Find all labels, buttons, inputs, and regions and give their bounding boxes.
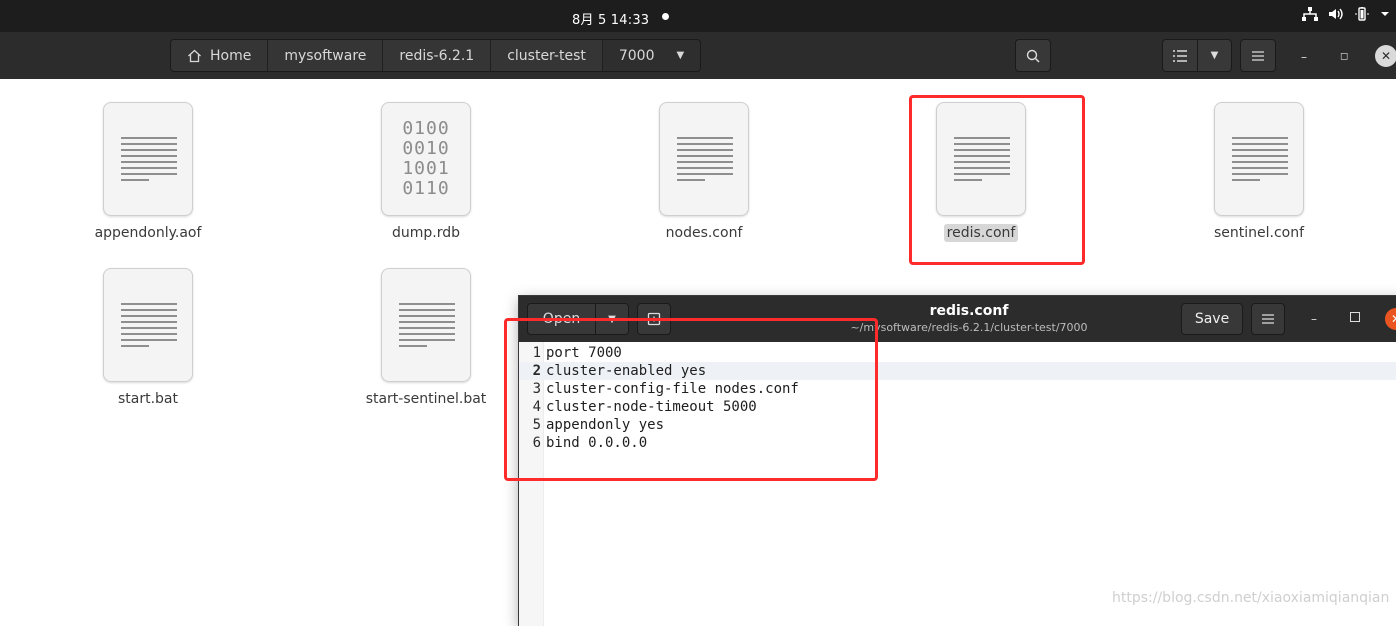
- search-icon: [1026, 49, 1040, 63]
- view-toggle-group[interactable]: ▼: [1162, 39, 1232, 72]
- minimize-button[interactable]: –: [1301, 50, 1307, 64]
- file-item-appendonly[interactable]: appendonly.aof: [73, 102, 223, 242]
- close-icon: ✕: [1380, 49, 1392, 63]
- chevron-down-icon[interactable]: ▼: [677, 50, 685, 61]
- code-line[interactable]: 6 bind 0.0.0.0: [519, 434, 1396, 452]
- home-icon: [188, 49, 201, 62]
- menu-button[interactable]: [1240, 39, 1276, 72]
- hamburger-icon: [1252, 50, 1264, 61]
- breadcrumb-7000[interactable]: 7000 ▼: [602, 40, 701, 71]
- editor-close-button[interactable]: ✕: [1385, 308, 1396, 330]
- breadcrumb-cluster-test[interactable]: cluster-test: [491, 40, 603, 71]
- code-line-current[interactable]: 2 cluster-enabled yes: [519, 362, 1396, 380]
- line-number: 6: [532, 435, 541, 451]
- text-editor-window: Open ▼ redis.conf ~/mysoftware/redis-6.2…: [519, 296, 1396, 626]
- volume-icon[interactable]: [1328, 7, 1344, 25]
- close-button[interactable]: ✕: [1375, 45, 1396, 67]
- line-number: 1: [532, 345, 541, 361]
- breadcrumb: Home mysoftware redis-6.2.1 cluster-test…: [170, 39, 702, 72]
- line-text[interactable]: port 7000: [546, 344, 622, 362]
- hamburger-icon: [1262, 314, 1274, 324]
- notification-dot-icon: [662, 13, 669, 20]
- line-text[interactable]: cluster-config-file nodes.conf: [546, 380, 799, 398]
- breadcrumb-label: cluster-test: [507, 47, 586, 64]
- breadcrumb-mysoftware[interactable]: mysoftware: [268, 40, 384, 71]
- file-name: sentinel.conf: [1213, 225, 1305, 241]
- line-number: 4: [532, 399, 541, 415]
- open-button-group[interactable]: Open ▼: [527, 303, 629, 335]
- line-text[interactable]: cluster-enabled yes: [546, 362, 706, 380]
- breadcrumb-label: redis-6.2.1: [399, 47, 475, 64]
- close-icon: ✕: [1391, 312, 1396, 326]
- editor-title: redis.conf: [929, 303, 1009, 319]
- search-button[interactable]: [1015, 39, 1051, 72]
- save-button[interactable]: Save: [1181, 303, 1243, 335]
- file-item-sentinel[interactable]: sentinel.conf: [1184, 102, 1334, 242]
- file-name: start-sentinel.bat: [365, 391, 487, 407]
- list-view-button[interactable]: [1163, 40, 1198, 71]
- code-line[interactable]: 3 cluster-config-file nodes.conf: [519, 380, 1396, 398]
- view-options-button[interactable]: ▼: [1198, 40, 1231, 71]
- editor-menu-button[interactable]: [1251, 303, 1285, 335]
- file-name: appendonly.aof: [94, 225, 202, 241]
- file-item-start-bat[interactable]: start.bat: [73, 268, 223, 408]
- breadcrumb-label: mysoftware: [284, 47, 367, 64]
- list-view-icon: [1173, 49, 1187, 62]
- code-line[interactable]: 1 port 7000: [519, 344, 1396, 362]
- file-name: nodes.conf: [665, 225, 743, 241]
- file-item-redis-conf[interactable]: redis.conf: [906, 102, 1056, 242]
- watermark: https://blog.csdn.net/xiaoxiamiqianqian: [1112, 590, 1390, 606]
- file-manager-header: Home mysoftware redis-6.2.1 cluster-test…: [0, 32, 1396, 79]
- breadcrumb-home[interactable]: Home: [171, 40, 269, 71]
- file-item-nodes[interactable]: nodes.conf: [629, 102, 779, 242]
- file-name: redis.conf: [943, 224, 1019, 242]
- new-tab-icon: [647, 312, 661, 326]
- new-document-button[interactable]: [637, 303, 671, 335]
- system-top-bar: 8月 5 14:33: [0, 0, 1396, 32]
- restore-button[interactable]: ◻: [1340, 51, 1348, 62]
- system-tray[interactable]: [1302, 7, 1390, 25]
- chevron-down-icon: ▼: [608, 313, 616, 325]
- text-document-icon: [103, 268, 193, 382]
- editor-maximize-button[interactable]: [1350, 312, 1360, 322]
- battery-icon[interactable]: [1354, 7, 1370, 25]
- open-dropdown-button[interactable]: ▼: [596, 304, 628, 334]
- binary-file-icon: 0100 0010 1001 0110: [381, 102, 471, 216]
- line-number: 3: [532, 381, 541, 397]
- line-number: 2: [532, 363, 541, 379]
- system-menu-icon[interactable]: [1380, 7, 1390, 25]
- binary-pattern: 0100 0010 1001 0110: [402, 118, 450, 199]
- editor-minimize-button[interactable]: –: [1311, 312, 1317, 326]
- line-text[interactable]: appendonly yes: [546, 416, 664, 434]
- text-document-icon: [936, 102, 1026, 216]
- editor-text-area[interactable]: 1 port 7000 2 cluster-enabled yes 3 clus…: [519, 342, 1396, 626]
- line-number: 5: [532, 417, 541, 433]
- editor-header: Open ▼ redis.conf ~/mysoftware/redis-6.2…: [519, 296, 1396, 342]
- editor-file-path: ~/mysoftware/redis-6.2.1/cluster-test/70…: [850, 321, 1088, 334]
- file-item-dump[interactable]: 0100 0010 1001 0110 dump.rdb: [351, 102, 501, 242]
- breadcrumb-label: 7000: [618, 47, 655, 64]
- line-text[interactable]: cluster-node-timeout 5000: [546, 398, 757, 416]
- code-line[interactable]: 5 appendonly yes: [519, 416, 1396, 434]
- file-item-start-sentinel[interactable]: start-sentinel.bat: [351, 268, 501, 408]
- text-document-icon: [1214, 102, 1304, 216]
- breadcrumb-label: Home: [210, 47, 252, 64]
- text-document-icon: [381, 268, 471, 382]
- clock[interactable]: 8月 5 14:33: [572, 9, 649, 28]
- text-document-icon: [659, 102, 749, 216]
- file-name: start.bat: [117, 391, 178, 407]
- chevron-down-icon: ▼: [1210, 50, 1219, 61]
- breadcrumb-redis[interactable]: redis-6.2.1: [383, 40, 492, 71]
- text-document-icon: [103, 102, 193, 216]
- open-button[interactable]: Open: [528, 304, 596, 334]
- file-name: dump.rdb: [391, 225, 461, 241]
- code-line[interactable]: 4 cluster-node-timeout 5000: [519, 398, 1396, 416]
- network-icon[interactable]: [1302, 7, 1318, 25]
- line-text[interactable]: bind 0.0.0.0: [546, 434, 647, 452]
